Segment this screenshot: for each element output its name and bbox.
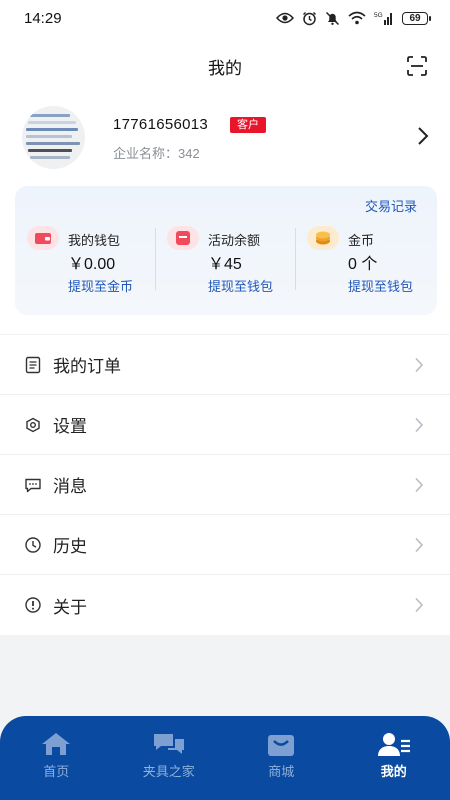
wallet-label: 我的钱包 [68, 233, 121, 248]
divider [155, 228, 156, 290]
info-icon [25, 597, 41, 613]
shopping-bag-icon [268, 735, 295, 756]
activity-balance-label: 活动余额 [208, 233, 261, 248]
activity-balance-value: ￥45 [208, 256, 242, 273]
message-icon [25, 478, 41, 493]
chevron-right-icon [415, 537, 424, 553]
divider [295, 228, 296, 290]
role-badge: 客户 [230, 117, 266, 133]
withdraw-to-wallet-link[interactable]: 提现至钱包 [208, 276, 273, 295]
company-name: 企业名称：342 [113, 146, 200, 161]
wallet-item-activity-balance[interactable]: 活动余额 ￥45 提现至钱包 [167, 226, 307, 296]
avatar[interactable] [22, 106, 85, 169]
wallet-item-my-wallet[interactable]: 我的钱包 ￥0.00 提现至金币 [27, 226, 167, 296]
menu-item-settings[interactable]: 设置 [0, 395, 450, 455]
menu-item-messages[interactable]: 消息 [0, 455, 450, 515]
chat-bubbles-icon [153, 734, 184, 754]
battery-icon: 69 [402, 11, 431, 25]
settings-icon [26, 417, 40, 433]
clock-icon [25, 537, 41, 553]
withdraw-to-coins-link[interactable]: 提现至金币 [68, 276, 133, 295]
battery-level: 69 [409, 12, 421, 24]
chevron-right-icon [415, 477, 424, 493]
header: 我的 [0, 36, 450, 96]
status-bar: 14:29 5G 69 [0, 0, 450, 36]
page-title: 我的 [208, 58, 242, 78]
menu-label: 关于 [53, 597, 87, 617]
tab-label: 商城 [268, 764, 295, 779]
wifi-icon [348, 11, 366, 25]
chevron-right-icon [415, 357, 424, 373]
menu-item-history[interactable]: 历史 [0, 515, 450, 575]
phone-number: 17761656013 [113, 116, 209, 133]
coins-withdraw-to-wallet-link[interactable]: 提现至钱包 [348, 276, 413, 295]
alarm-icon [303, 11, 316, 25]
order-list-icon [25, 356, 41, 374]
status-time: 14:29 [24, 9, 62, 27]
mute-bell-icon [325, 11, 340, 25]
profile-row[interactable]: 17761656013 客户 企业名称：342 [22, 106, 432, 170]
wallet-icon [27, 226, 59, 250]
menu-label: 消息 [53, 477, 87, 496]
tab-home[interactable]: 首页 [0, 716, 113, 800]
eye-icon [276, 12, 294, 24]
tab-community[interactable]: 夹具之家 [113, 716, 226, 800]
wallet-balance: ￥0.00 [68, 256, 116, 273]
wallet-item-coins[interactable]: 金币 0 个 提现至钱包 [307, 226, 447, 296]
chevron-right-icon [415, 597, 424, 613]
tab-label: 首页 [43, 764, 70, 779]
wallet-card: 交易记录 我的钱包 ￥0.00 提现至金币 活动余额 ￥45 提现至钱包 金币 … [15, 186, 437, 315]
tab-mine[interactable]: 我的 [338, 716, 450, 800]
tab-label: 夹具之家 [142, 764, 195, 779]
menu-list: 我的订单 设置 消息 历史 关于 [0, 335, 450, 635]
status-icons: 5G 69 [276, 11, 431, 26]
gift-box-icon [167, 226, 199, 250]
svg-text:5G: 5G [374, 12, 383, 19]
coins-label: 金币 [348, 233, 375, 248]
menu-label: 设置 [53, 417, 87, 436]
chevron-right-icon[interactable] [416, 126, 430, 146]
home-icon [42, 733, 71, 755]
menu-label: 历史 [53, 537, 87, 556]
coins-value: 0 个 [348, 256, 378, 273]
user-list-icon [377, 733, 410, 756]
profile-section: 我的 17761656013 客户 企业名称：342 交易记录 我的钱包 ￥0.… [0, 36, 450, 334]
menu-label: 我的订单 [53, 357, 121, 376]
bottom-tab-bar: 首页 夹具之家 商城 我的 [0, 716, 450, 800]
tab-label: 我的 [380, 764, 407, 779]
transaction-records-link[interactable]: 交易记录 [365, 196, 417, 215]
tab-mall[interactable]: 商城 [225, 716, 338, 800]
menu-item-about[interactable]: 关于 [0, 575, 450, 635]
signal-5g-icon: 5G [374, 12, 392, 25]
coin-stack-icon [307, 226, 339, 250]
chevron-right-icon [415, 417, 424, 433]
scan-icon[interactable] [406, 55, 428, 77]
menu-item-orders[interactable]: 我的订单 [0, 335, 450, 395]
